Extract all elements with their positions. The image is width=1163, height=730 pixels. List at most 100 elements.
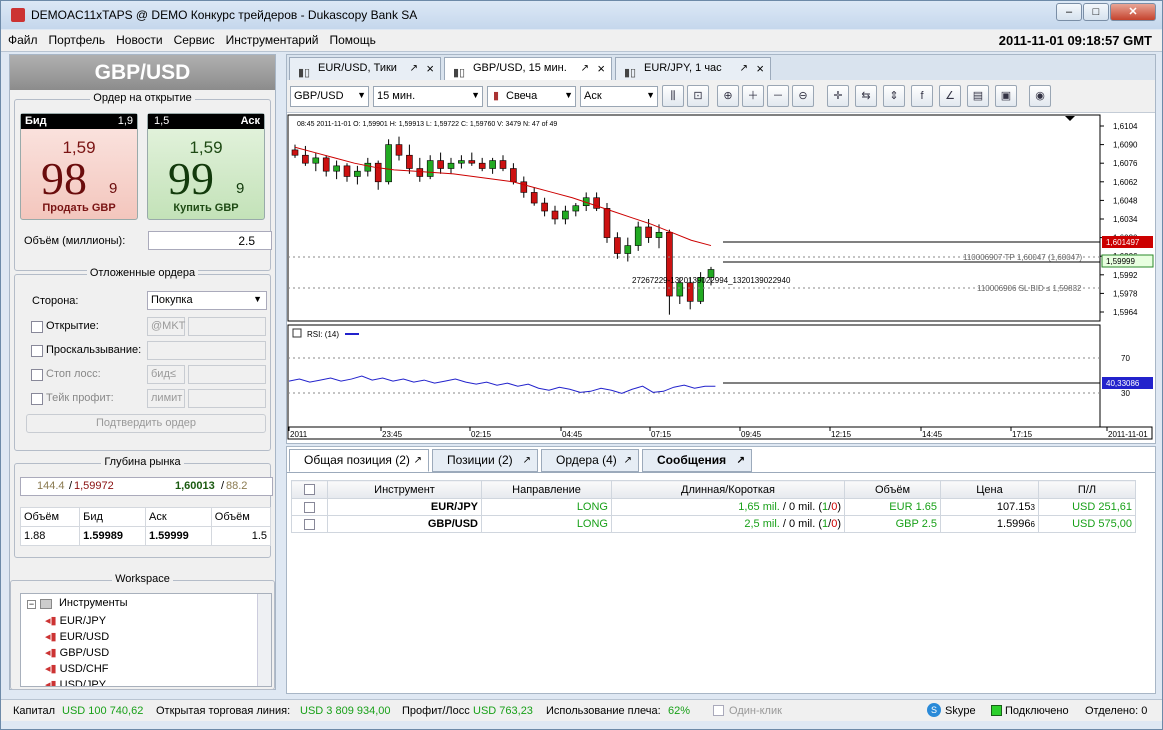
zoom-reset-icon[interactable]: ⊖	[792, 85, 814, 107]
indicators-icon[interactable]: f	[911, 85, 933, 107]
sell-price-box[interactable]: Бид 1,9 1,59 98 9 Продать GBP	[20, 113, 138, 220]
buy-button-label: Купить GBP	[173, 202, 239, 214]
tree-item-eurusd[interactable]: ◂▮ EUR/USD	[45, 630, 109, 643]
lock-icon[interactable]: ⊡	[687, 85, 709, 107]
stop-loss-mode[interactable]: бид≤	[147, 365, 185, 384]
ask-badge-text: 1,59999	[1106, 257, 1135, 266]
table-row[interactable]: EUR/JPY LONG 1,65 mil. / 0 mil. (1/0) EU…	[291, 498, 1136, 516]
x-tick-label: 07:15	[651, 430, 672, 439]
chart-type-select[interactable]: ▮ Свеча ▼	[487, 86, 576, 107]
x-tick-label: 2011	[290, 430, 308, 439]
close-button[interactable]: ✕	[1110, 3, 1156, 21]
col-price[interactable]: Цена	[940, 480, 1039, 499]
menu-bar: Файл Портфель Новости Сервис Инструментарий П…	[1, 30, 1162, 52]
close-icon[interactable]: ×	[426, 58, 434, 79]
tab-eurjpy-1h[interactable]: ▮▯ EUR/JPY, 1 час ↗ ×	[615, 57, 771, 80]
popout-icon[interactable]: ↗	[581, 58, 589, 79]
row-checkbox[interactable]	[291, 498, 328, 516]
col-volume[interactable]: Объём	[844, 480, 941, 499]
capital-value: USD 100 740,62	[62, 705, 144, 717]
take-profit-mode[interactable]: лимит	[147, 389, 185, 408]
bid-label: Бид	[25, 115, 47, 127]
tab-positions[interactable]: Позиции (2) ↗	[432, 449, 538, 472]
one-click-checkbox[interactable]	[713, 705, 724, 716]
slippage-checkbox[interactable]	[31, 345, 43, 357]
tree-item-gbpusd[interactable]: ◂▮ GBP/USD	[45, 646, 109, 659]
instrument-select[interactable]: GBP/USD ▼	[290, 86, 369, 107]
app-icon	[11, 8, 25, 22]
tab-total-position[interactable]: Общая позиция (2) ↗	[289, 449, 429, 472]
menu-file[interactable]: Файл	[1, 30, 42, 47]
candle	[416, 168, 424, 177]
col-pl[interactable]: П/Л	[1038, 480, 1136, 499]
close-icon[interactable]: ×	[756, 58, 764, 79]
buy-price-box[interactable]: 1,5 Аск 1,59 99 9 Купить GBP	[147, 113, 265, 220]
candle	[645, 226, 652, 238]
x-tick-label: 12:15	[831, 430, 852, 439]
candle	[510, 168, 517, 183]
col-direction[interactable]: Направление	[481, 480, 612, 499]
stop-loss-field[interactable]	[188, 365, 266, 384]
period-select[interactable]: 15 мин. ▼	[373, 86, 483, 107]
tree-item-eurjpy[interactable]: ◂▮ EUR/JPY	[45, 614, 106, 627]
chevron-down-icon: ▼	[646, 90, 655, 100]
row-checkbox[interactable]	[291, 515, 328, 533]
template-icon[interactable]: ▤	[967, 85, 989, 107]
fit-icon[interactable]: ⇕	[883, 85, 905, 107]
menu-tools[interactable]: Инструментарий	[219, 30, 323, 47]
tree-root[interactable]: Инструменты	[59, 597, 128, 609]
popout-icon[interactable]: ↗	[410, 58, 418, 79]
period-separator-icon[interactable]: ⫼	[662, 85, 684, 107]
save-icon[interactable]: ▣	[995, 85, 1017, 107]
drawing-icon[interactable]: ∠	[939, 85, 961, 107]
zoom-out-icon[interactable]: －	[767, 85, 789, 107]
take-profit-field[interactable]	[188, 389, 266, 408]
stop-loss-checkbox[interactable]	[31, 369, 43, 381]
tab-orders[interactable]: Ордера (4) ↗	[541, 449, 639, 472]
tab-messages[interactable]: Сообщения ↗	[642, 449, 752, 472]
take-profit-checkbox[interactable]	[31, 393, 43, 405]
open-checkbox[interactable]	[31, 321, 43, 333]
menu-portfolio[interactable]: Портфель	[42, 30, 110, 47]
select-all-checkbox[interactable]	[291, 480, 328, 499]
open-mode-field[interactable]: @MKT	[147, 317, 185, 336]
left-panel: GBP/USD Ордер на открытие Бид 1,9 1,59 98…	[9, 54, 276, 690]
shift-icon[interactable]: ⇆	[855, 85, 877, 107]
volume-input[interactable]: 2.5	[148, 231, 272, 250]
candle	[655, 231, 663, 238]
crosshair-icon[interactable]: ✛	[827, 85, 849, 107]
col-instrument[interactable]: Инструмент	[327, 480, 482, 499]
price-side-select[interactable]: Аск ▼	[580, 86, 658, 107]
cell-pl: USD 575,00	[1038, 515, 1136, 533]
candle	[468, 160, 476, 164]
tab-gbpusd-15m[interactable]: ▮▯ GBP/USD, 15 мин. ↗ ×	[444, 57, 612, 80]
tab-eurusd-ticks[interactable]: ▮▯ EUR/USD, Тики ↗ ×	[289, 57, 441, 80]
tree-item-usdjpy[interactable]: ◂▮ USD/JPY	[45, 678, 106, 686]
rsi-badge-text: 40,33086	[1106, 379, 1140, 388]
tree-item-usdchf[interactable]: ◂▮ USD/CHF	[45, 662, 109, 675]
menu-news[interactable]: Новости	[109, 30, 166, 47]
slippage-field[interactable]	[147, 341, 266, 360]
close-icon[interactable]: ×	[597, 58, 605, 79]
tree-scrollbar[interactable]	[257, 594, 271, 686]
collapse-icon[interactable]: −	[27, 600, 36, 609]
confirm-order-button[interactable]: Подтвердить ордер	[26, 414, 266, 433]
settings-icon[interactable]: ◉	[1029, 85, 1051, 107]
chart-panel: ▮▯ EUR/USD, Тики ↗ × ▮▯ GBP/USD, 15 мин. ↗ × ▮…	[286, 54, 1156, 444]
table-row[interactable]: GBP/USD LONG 2,5 mil. / 0 mil. (1/0) GBP…	[291, 515, 1136, 533]
y-axis: 1,6104 1,6090 1,6076 1,6062 1,6048 1,6034 1,60…	[1100, 122, 1138, 317]
menu-help[interactable]: Помощь	[323, 30, 380, 47]
side-select[interactable]: Покупка ▼	[147, 291, 267, 310]
y-tick-label: 1,6062	[1113, 178, 1138, 187]
open-price-field[interactable]	[188, 317, 266, 336]
maximize-button[interactable]: □	[1083, 3, 1109, 21]
price-chart[interactable]: 08:45 2011-11-01 O: 1,59901 H: 1,59913 L…	[287, 113, 1155, 443]
minimize-button[interactable]: ‒	[1056, 3, 1082, 21]
col-long-short[interactable]: Длинная/Короткая	[611, 480, 845, 499]
menu-service[interactable]: Сервис	[167, 30, 219, 47]
zoom-in-icon[interactable]: ＋	[742, 85, 764, 107]
popout-icon[interactable]: ↗	[740, 58, 748, 79]
skype-icon[interactable]: S	[927, 703, 941, 717]
zoom-icon[interactable]: ⊕	[717, 85, 739, 107]
skype-label[interactable]: Skype	[945, 705, 976, 717]
